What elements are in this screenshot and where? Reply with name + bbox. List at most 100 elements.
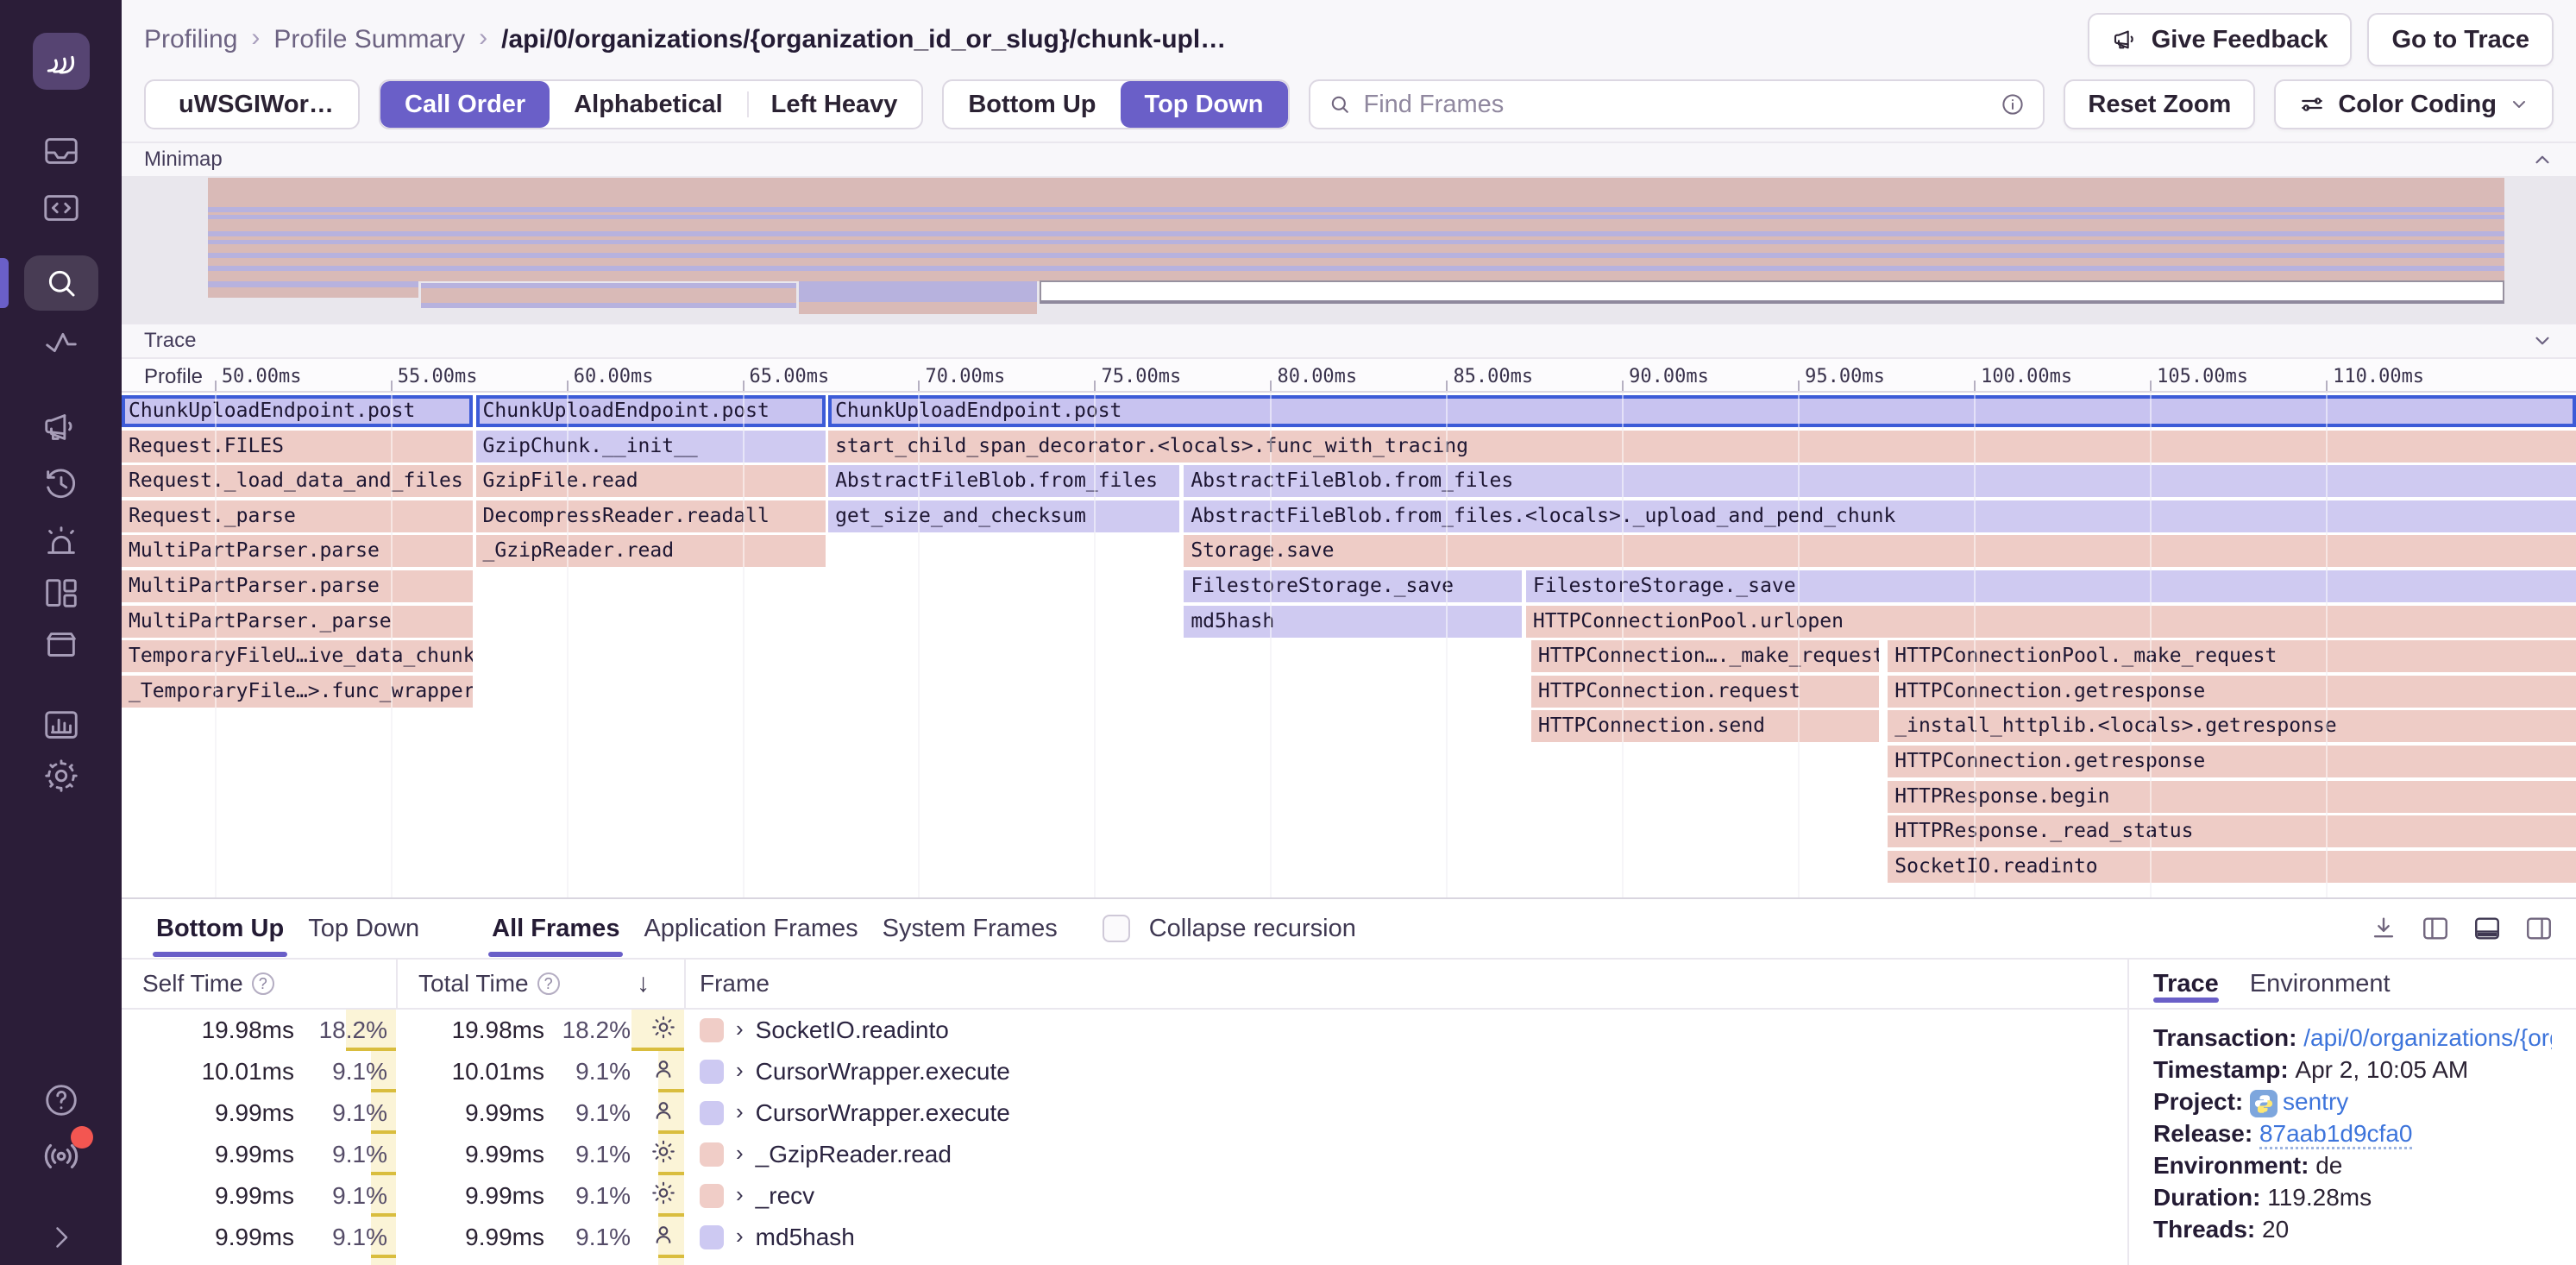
- question-icon[interactable]: ?: [537, 972, 560, 995]
- reset-zoom-button[interactable]: Reset Zoom: [2064, 79, 2255, 129]
- nav-issues-icon[interactable]: [0, 131, 122, 171]
- table-row[interactable]: 10.01ms9.1%10.01ms9.1%›CursorWrapper.exe…: [122, 1051, 2127, 1092]
- flame-frame[interactable]: Request._parse: [122, 500, 473, 532]
- flame-frame[interactable]: HTTPConnectionPool.urlopen: [1526, 606, 2576, 638]
- sort-option-call-order[interactable]: Call Order: [380, 81, 550, 128]
- frame-column-header[interactable]: Frame: [686, 960, 2127, 1008]
- detail-link[interactable]: 87aab1d9cfa0: [2259, 1120, 2413, 1149]
- breadcrumb-item[interactable]: Profile Summary: [273, 25, 465, 54]
- go-to-trace-button[interactable]: Go to Trace: [2367, 13, 2554, 66]
- expand-row-icon[interactable]: ›: [736, 1181, 744, 1208]
- flame-frame[interactable]: MultiPartParser._parse: [122, 606, 473, 638]
- tab-top-down[interactable]: Top Down: [296, 903, 431, 955]
- flame-frame[interactable]: DecompressReader.readall: [476, 500, 826, 532]
- collapse-minimap-icon[interactable]: [2531, 148, 2554, 171]
- flame-frame[interactable]: AbstractFileBlob.from_files: [1184, 465, 2576, 497]
- nav-settings-icon[interactable]: [0, 756, 122, 796]
- flame-frame[interactable]: HTTPConnection.getresponse: [1888, 676, 2576, 708]
- flame-frame[interactable]: GzipFile.read: [476, 465, 826, 497]
- layout-left-icon[interactable]: [2421, 914, 2450, 943]
- flame-frame[interactable]: ChunkUploadEndpoint.post: [828, 395, 2576, 427]
- breadcrumb-item[interactable]: /api/0/organizations/{organization_id_or…: [501, 25, 1226, 54]
- flame-frame[interactable]: ChunkUploadEndpoint.post: [122, 395, 473, 427]
- table-row[interactable]: 9.99ms9.1%9.99ms9.1%›CursorWrapper.execu…: [122, 1092, 2127, 1134]
- flame-frame[interactable]: Storage.save: [1184, 535, 2576, 567]
- breadcrumb-item[interactable]: Profiling: [144, 25, 237, 54]
- nav-search-active[interactable]: [24, 255, 98, 311]
- info-icon[interactable]: [2000, 91, 2026, 117]
- color-coding-button[interactable]: Color Coding: [2274, 79, 2554, 129]
- flame-frame[interactable]: _GzipReader.read: [476, 535, 826, 567]
- flame-frame[interactable]: _TemporaryFile…>.func_wrapper: [122, 676, 473, 708]
- flame-frame[interactable]: md5hash: [1184, 606, 1521, 638]
- collapse-trace-icon[interactable]: [2531, 330, 2554, 352]
- flame-frame[interactable]: _install_httplib.<locals>.getresponse: [1888, 710, 2576, 742]
- help-icon[interactable]: [0, 1080, 122, 1120]
- sort-option-alphabetical[interactable]: Alphabetical: [550, 81, 746, 128]
- detail-link[interactable]: sentry: [2283, 1088, 2348, 1115]
- flame-frame[interactable]: FilestoreStorage._save: [1526, 570, 2576, 602]
- sentry-logo[interactable]: [33, 33, 90, 90]
- flame-frame[interactable]: HTTPResponse.begin: [1888, 781, 2576, 813]
- layout-bottom-icon[interactable]: [2472, 914, 2502, 943]
- expand-row-icon[interactable]: ›: [736, 1057, 744, 1084]
- flame-frame[interactable]: Request._load_data_and_files: [122, 465, 473, 497]
- flame-frame[interactable]: GzipChunk.__init__: [476, 431, 826, 463]
- detail-link[interactable]: /api/0/organizations/{organ…: [2303, 1024, 2552, 1051]
- expand-row-icon[interactable]: ›: [736, 1098, 744, 1125]
- flame-frame[interactable]: SocketIO.readinto: [1888, 851, 2576, 883]
- nav-alerts-icon[interactable]: [0, 522, 122, 562]
- flame-frame[interactable]: AbstractFileBlob.from_files: [828, 465, 1179, 497]
- table-row[interactable]: 19.98ms18.2%19.98ms18.2%›SocketIO.readin…: [122, 1010, 2127, 1051]
- nav-insights-icon[interactable]: [0, 323, 122, 362]
- flame-frame[interactable]: HTTPResponse._read_status: [1888, 815, 2576, 847]
- nav-feedback-icon[interactable]: [0, 407, 122, 447]
- flame-frame[interactable]: HTTPConnection.request: [1531, 676, 1879, 708]
- find-frames-input[interactable]: [1364, 91, 1989, 119]
- flame-frame[interactable]: FilestoreStorage._save: [1184, 570, 1521, 602]
- sidebar-expand-icon[interactable]: [0, 1222, 122, 1253]
- expand-row-icon[interactable]: ›: [736, 1140, 744, 1167]
- flame-frame[interactable]: HTTPConnection.send: [1531, 710, 1879, 742]
- flame-frame[interactable]: HTTPConnection.getresponse: [1888, 746, 2576, 777]
- flame-frame[interactable]: start_child_span_decorator.<locals>.func…: [828, 431, 2576, 463]
- flame-frame[interactable]: HTTPConnection…._make_request: [1531, 640, 1879, 672]
- collapse-recursion-checkbox[interactable]: [1103, 915, 1130, 942]
- expand-row-icon[interactable]: ›: [736, 1016, 744, 1042]
- table-row[interactable]: 9.99ms9.1%9.99ms9.1%›_GzipReader.read: [122, 1134, 2127, 1175]
- nav-releases-icon[interactable]: [0, 624, 122, 664]
- flamegraph-canvas[interactable]: ChunkUploadEndpoint.post ChunkUploadEndpo…: [122, 393, 2576, 897]
- sort-option-left-heavy[interactable]: Left Heavy: [747, 81, 922, 128]
- whats-new-icon[interactable]: [0, 1135, 122, 1182]
- tab-system-frames[interactable]: System Frames: [870, 903, 1070, 955]
- details-tab-trace[interactable]: Trace: [2153, 960, 2219, 1008]
- flame-frame[interactable]: MultiPartParser.parse: [122, 570, 473, 602]
- tab-bottom-up[interactable]: Bottom Up: [144, 903, 296, 955]
- nav-dashboards-icon[interactable]: [0, 573, 122, 613]
- minimap-viewport[interactable]: [1040, 280, 2504, 304]
- table-row[interactable]: 9.99ms9.1%9.99ms9.1%›md5hash: [122, 1217, 2127, 1258]
- minimap[interactable]: [122, 176, 2576, 323]
- nav-explore-icon[interactable]: [0, 188, 122, 228]
- table-row[interactable]: [122, 1258, 2127, 1265]
- expand-row-icon[interactable]: ›: [736, 1223, 744, 1249]
- nav-replays-icon[interactable]: [0, 464, 122, 504]
- self-time-column-header[interactable]: Self Time?: [122, 960, 398, 1008]
- give-feedback-button[interactable]: Give Feedback: [2088, 13, 2353, 66]
- total-time-column-header[interactable]: Total Time? ↓: [398, 960, 686, 1008]
- tab-all-frames[interactable]: All Frames: [480, 903, 631, 955]
- question-icon[interactable]: ?: [252, 972, 274, 995]
- sort-descending-icon[interactable]: ↓: [637, 969, 650, 998]
- flame-frame[interactable]: Request.FILES: [122, 431, 473, 463]
- view-option-bottom-up[interactable]: Bottom Up: [944, 81, 1120, 128]
- download-icon[interactable]: [2369, 914, 2398, 943]
- tab-application-frames[interactable]: Application Frames: [631, 903, 870, 955]
- find-frames-search[interactable]: [1309, 79, 2045, 129]
- flame-frame[interactable]: MultiPartParser.parse: [122, 535, 473, 567]
- flame-frame[interactable]: HTTPConnectionPool._make_request: [1888, 640, 2576, 672]
- view-option-top-down[interactable]: Top Down: [1121, 81, 1288, 128]
- thread-selector[interactable]: uWSGIWor…: [144, 79, 360, 129]
- layout-right-icon[interactable]: [2524, 914, 2554, 943]
- table-row[interactable]: 9.99ms9.1%9.99ms9.1%›_recv: [122, 1175, 2127, 1217]
- flame-frame[interactable]: TemporaryFileU…ive_data_chunk: [122, 640, 473, 672]
